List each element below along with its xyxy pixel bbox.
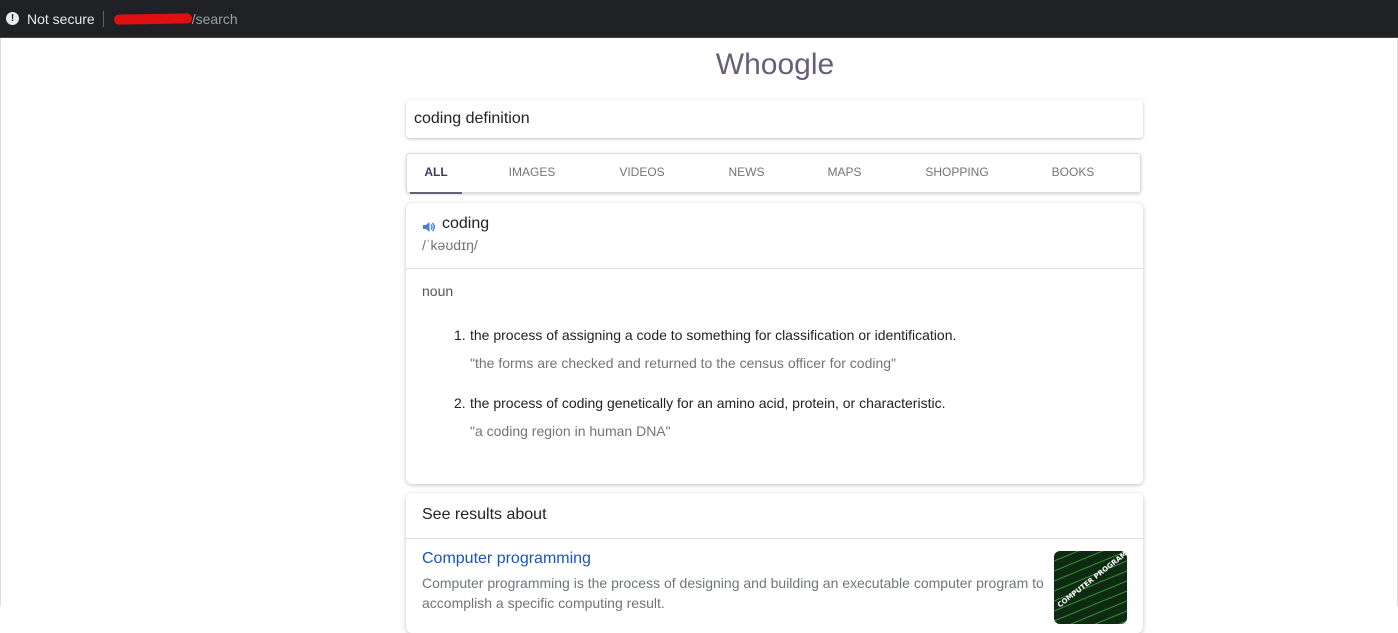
security-label[interactable]: Not secure	[27, 11, 95, 27]
sense-number: 1.	[454, 327, 466, 343]
search-tabs: ALL IMAGES VIDEOS NEWS MAPS SHOPPING BOO…	[406, 153, 1141, 194]
definition-header: coding /ˈkəʊdɪŋ/	[406, 203, 1143, 269]
sense-number: 2.	[454, 395, 466, 411]
result-title-link[interactable]: Computer programming	[422, 550, 591, 568]
definition-phonetic: /ˈkəʊdɪŋ/	[422, 237, 478, 253]
url-path[interactable]: /search	[192, 11, 238, 27]
redacted-domain	[113, 12, 192, 25]
tab-videos[interactable]: VIDEOS	[609, 154, 675, 192]
part-of-speech: noun	[422, 283, 454, 299]
whoogle-logo[interactable]: Whoogle	[1, 48, 1398, 82]
tab-news[interactable]: NEWS	[719, 154, 774, 192]
sense-example: "the forms are checked and returned to t…	[470, 355, 897, 371]
result-thumbnail[interactable]: COMPUTER PROGRAMMING	[1054, 551, 1127, 624]
see-results-about-title: See results about	[406, 493, 1143, 539]
page-content: Whoogle ALL IMAGES VIDEOS NEWS MAPS SHOP…	[0, 38, 1398, 633]
definition-word: coding	[442, 215, 490, 232]
speaker-icon[interactable]	[422, 221, 436, 233]
search-box[interactable]	[406, 100, 1143, 138]
url-separator	[102, 10, 104, 27]
sense-example: "a coding region in human DNA"	[470, 423, 671, 439]
browser-address-bar[interactable]: ! Not secure /search	[0, 0, 1398, 38]
tab-images[interactable]: IMAGES	[499, 154, 565, 192]
see-results-about-card: See results about Computer programming C…	[406, 493, 1143, 633]
tab-shopping[interactable]: SHOPPING	[917, 154, 997, 192]
result-snippet: Computer programming is the process of d…	[422, 575, 1044, 611]
warning-icon[interactable]: !	[6, 12, 19, 25]
tab-maps[interactable]: MAPS	[817, 154, 872, 192]
search-input[interactable]	[406, 100, 1122, 138]
sense-definition: the process of assigning a code to somet…	[470, 327, 957, 343]
definition-card: coding /ˈkəʊdɪŋ/ noun 1. the process of …	[406, 203, 1143, 484]
tab-all[interactable]: ALL	[410, 154, 462, 194]
tab-books[interactable]: BOOKS	[1043, 154, 1103, 192]
sense-definition: the process of coding genetically for an…	[470, 395, 946, 411]
